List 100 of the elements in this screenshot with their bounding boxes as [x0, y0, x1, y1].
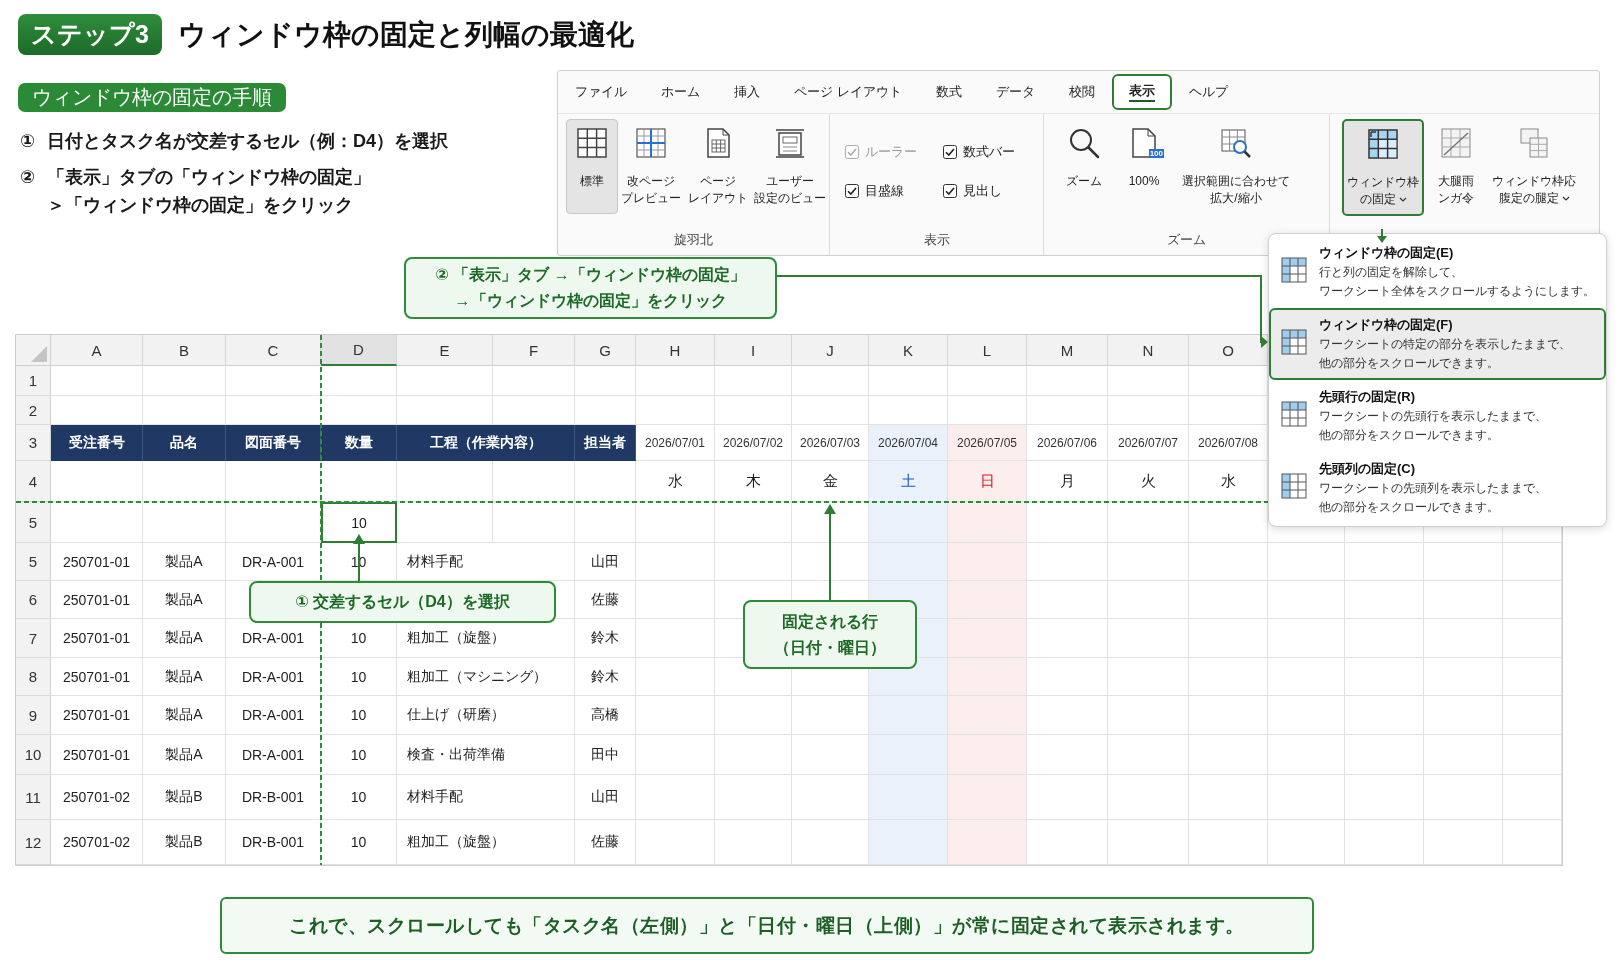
ribbon-button[interactable]: 選択範囲に合わせて 拡大/縮小	[1178, 119, 1294, 214]
table-cell: 粗加工（旋盤）	[397, 820, 575, 865]
column-header[interactable]: B	[143, 335, 226, 366]
column-title-cell: 品名	[143, 425, 226, 461]
ribbon-tab[interactable]: ヘルプ	[1171, 74, 1245, 110]
table-cell: 田中	[575, 735, 636, 775]
row-header[interactable]: 7	[16, 619, 51, 658]
column-header[interactable]: O	[1189, 335, 1268, 366]
column-header[interactable]: L	[948, 335, 1027, 366]
checkbox[interactable]	[845, 184, 859, 198]
checkbox-label: ルーラー	[865, 143, 917, 161]
table-cell: 製品B	[143, 820, 226, 865]
row-header[interactable]: 3	[16, 425, 51, 461]
checkbox[interactable]	[943, 145, 957, 159]
row-header[interactable]: 8	[16, 658, 51, 696]
weekday-cell: 木	[715, 461, 792, 502]
ribbon-tab[interactable]: ファイル	[558, 74, 644, 110]
weekday-cell: 水	[636, 461, 715, 502]
table-cell: 製品A	[143, 735, 226, 775]
summary-banner: これで、スクロールしても「タスク名（左側）」と「日付・曜日（上側）」が常に固定されて表示されます。	[220, 897, 1314, 954]
column-header[interactable]: I	[715, 335, 792, 366]
row-header[interactable]: 1	[16, 366, 51, 396]
column-header[interactable]: K	[869, 335, 948, 366]
checkbox[interactable]	[943, 184, 957, 198]
date-cell: 2026/07/06	[1027, 425, 1108, 461]
ribbon-group-label: 旋羽北	[673, 232, 714, 248]
table-cell: DR-B-001	[226, 775, 321, 820]
step-text: 日付とタスク名が交差するセル（例：D4）を選択	[47, 130, 448, 153]
checkbox-label: 目盛線	[865, 182, 904, 200]
row-header[interactable]: 2	[16, 396, 51, 425]
row-header[interactable]: 9	[16, 696, 51, 735]
column-title-cell: 図面番号	[226, 425, 321, 461]
column-header[interactable]: E	[397, 335, 493, 366]
row-header[interactable]: 6	[16, 581, 51, 619]
ribbon-button[interactable]: ユーザー 設定のビュー	[750, 119, 829, 214]
weekday-cell: 日	[948, 461, 1027, 502]
ribbon-button[interactable]: ページ レイアウト	[684, 119, 751, 214]
table-cell: 250701-02	[51, 775, 143, 820]
empty-cell	[1503, 543, 1562, 581]
column-header[interactable]: H	[636, 335, 715, 366]
table-cell: 鈴木	[575, 619, 636, 658]
table-cell: 山田	[575, 543, 636, 581]
menu-item[interactable]: 先頭列の固定(C) ワークシートの先頭列を表示したままで、 他の部分をスクロールできます。	[1269, 452, 1606, 524]
date-cell: 2026/07/07	[1108, 425, 1189, 461]
ribbon-tab[interactable]: 挿入	[717, 74, 777, 110]
ribbon-tab[interactable]: 数式	[918, 74, 979, 110]
table-cell: 10	[321, 775, 397, 820]
table-cell: DR-A-001	[226, 658, 321, 696]
ribbon-tab[interactable]: 校閲	[1051, 74, 1112, 110]
ribbon-tab[interactable]: ページ レイアウト	[777, 74, 919, 110]
ribbon-button[interactable]: 改ページ プレビュー	[618, 119, 685, 214]
ribbon-button[interactable]: ズーム	[1058, 119, 1110, 214]
step-badge: ステップ3	[18, 14, 162, 55]
table-cell: 250701-02	[51, 820, 143, 865]
column-header[interactable]: N	[1108, 335, 1189, 366]
column-header[interactable]: C	[226, 335, 321, 366]
column-header[interactable]: M	[1027, 335, 1108, 366]
column-header[interactable]: D	[321, 335, 397, 366]
top-row-grid-icon	[1281, 401, 1307, 427]
column-title-cell: 受注番号	[51, 425, 143, 461]
table-cell: 製品B	[143, 775, 226, 820]
table-cell: 製品A	[143, 658, 226, 696]
ribbon-button[interactable]: 100 100%	[1118, 119, 1170, 214]
checkbox-label: 数式バー	[963, 143, 1015, 161]
row-header[interactable]: 4	[16, 461, 51, 502]
ribbon-tab[interactable]: ホーム	[644, 74, 717, 110]
date-cell: 2026/07/01	[636, 425, 715, 461]
grid-magnifier-icon	[1220, 127, 1252, 159]
column-header[interactable]: A	[51, 335, 143, 366]
table-cell: 鈴木	[575, 658, 636, 696]
checkbox-label: 見出し	[963, 182, 1002, 200]
column-header[interactable]: J	[792, 335, 869, 366]
ribbon-button[interactable]: ウィンドウ枠 の固定	[1342, 119, 1424, 216]
ribbon-button[interactable]: 大腿雨 ンガ令	[1430, 119, 1482, 214]
ribbon-button[interactable]: ウィンドウ枠応 腹定の腿定	[1488, 119, 1580, 214]
row-header[interactable]: 10	[16, 735, 51, 775]
magnifier-icon	[1068, 127, 1100, 159]
empty-cell	[575, 366, 636, 396]
date-cell: 2026/07/05	[948, 425, 1027, 461]
column-header[interactable]: G	[575, 335, 636, 366]
table-cell: 製品A	[143, 696, 226, 735]
step-number: ①	[19, 130, 37, 153]
row-header[interactable]: 12	[16, 820, 51, 865]
row-header[interactable]: 5	[16, 502, 51, 543]
column-header[interactable]: F	[493, 335, 575, 366]
first-column-grid-icon	[1281, 473, 1307, 499]
table-cell: 10	[321, 696, 397, 735]
menu-item[interactable]: ウィンドウ枠の固定(F) ワークシートの特定の部分を表示したままで、 他の部分をスクロールできます。	[1269, 308, 1606, 380]
ribbon-tab[interactable]: 表示	[1111, 74, 1172, 110]
ribbon-tab[interactable]: データ	[978, 74, 1052, 110]
table-cell: 製品A	[143, 543, 226, 581]
menu-item[interactable]: 先頭行の固定(R) ワークシートの先頭行を表示したままで、 他の部分をスクロールできます。	[1269, 380, 1606, 452]
table-cell: 材料手配	[397, 775, 575, 820]
row-header[interactable]: 5	[16, 543, 51, 581]
row-header[interactable]: 11	[16, 775, 51, 820]
page-title: ウィンドウ枠の固定と列幅の最適化	[177, 17, 634, 52]
ribbon-button[interactable]: 標準	[566, 119, 618, 214]
menu-item[interactable]: ウィンドウ枠の固定(E) 行と列の固定を解除して、 ワークシート全体をスクロールするようにします。	[1269, 236, 1606, 308]
table-cell: 10	[321, 658, 397, 696]
step-number: ②	[19, 166, 37, 189]
